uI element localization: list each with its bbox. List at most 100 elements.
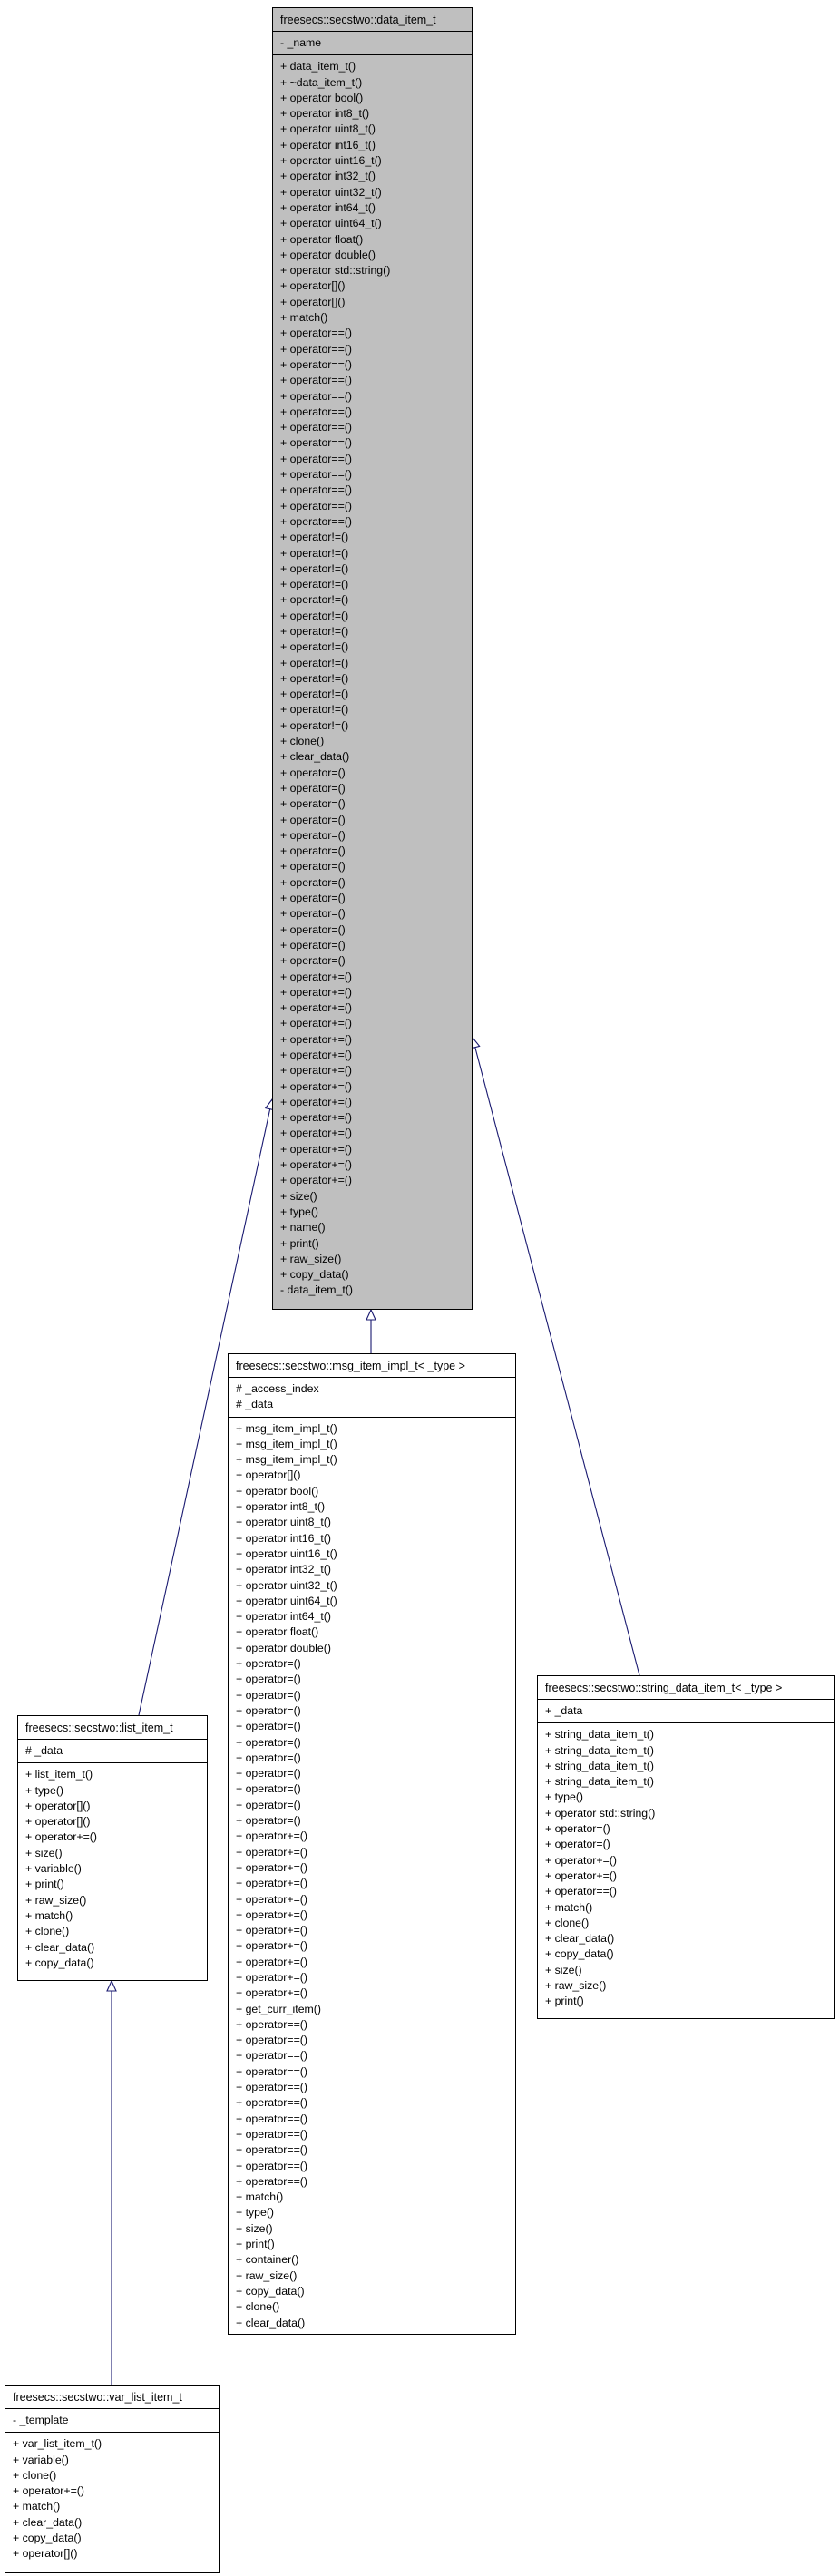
operation-item: + operator==() [280, 405, 352, 418]
operation-item: + operator==() [280, 327, 352, 340]
operation-item: + copy_data() [25, 1956, 94, 1969]
operation-item: + variable() [25, 1862, 82, 1876]
operation-item: + copy_data() [545, 1947, 614, 1961]
class-title: freesecs::secstwo::msg_item_impl_t< _typ… [229, 1354, 515, 1378]
class-list-item-t[interactable]: freesecs::secstwo::list_item_t # _data +… [17, 1715, 208, 1981]
operation-item: + print() [545, 1995, 584, 2008]
operation-item: + operator==() [280, 452, 352, 465]
inheritance-arrowhead-icon [106, 1979, 117, 1992]
operation-item: + list_item_t() [25, 1768, 93, 1781]
operation-item: + name() [280, 1221, 326, 1234]
operation-item: + string_data_item_t() [545, 1728, 654, 1742]
operation-item: + operator int64_t() [280, 200, 376, 214]
operation-item: + operator!=() [280, 624, 349, 638]
operation-item: + operator==() [280, 421, 352, 434]
operation-item: + operator==() [280, 374, 352, 387]
operation-item: + operator uint32_t() [280, 185, 382, 199]
operation-item: + get_curr_item() [236, 2002, 321, 2015]
operation-item: + operator int16_t() [236, 1531, 331, 1545]
operation-item: + operator==() [280, 389, 352, 403]
operation-item: + ~data_item_t() [280, 75, 363, 89]
operation-item: + operator bool() [236, 1484, 319, 1498]
operation-item: + operator!=() [280, 609, 349, 622]
operation-item: + operator=() [236, 1751, 301, 1764]
operation-item: + operator+=() [236, 1845, 307, 1859]
operation-item: + operator uint16_t() [280, 154, 382, 168]
class-var-list-item-t[interactable]: freesecs::secstwo::var_list_item_t - _te… [5, 2385, 220, 2573]
operation-item: + operator uint8_t() [280, 122, 376, 136]
operation-item: + operator+=() [280, 1142, 352, 1156]
operation-item: + copy_data() [280, 1268, 349, 1282]
operation-item: + operator==() [236, 2064, 307, 2078]
operation-item: + operator=() [236, 1798, 301, 1811]
operation-item: + operator[]() [13, 2547, 78, 2561]
operation-item: + type() [545, 1791, 584, 1804]
operation-item: + operator==() [280, 342, 352, 356]
operation-item: + operator+=() [25, 1830, 97, 1844]
operation-item: + operator=() [280, 781, 346, 795]
operation-item: + operator==() [280, 436, 352, 450]
operation-item: + operator=() [280, 922, 346, 936]
operation-item: + operator=() [280, 907, 346, 921]
operation-item: + print() [25, 1878, 64, 1891]
operation-item: + operator[]() [25, 1799, 91, 1812]
operation-item: + operator!=() [280, 578, 349, 591]
attribute-item: - _template [13, 2414, 69, 2426]
operation-item: + match() [236, 2191, 284, 2204]
operation-item: + operator+=() [236, 1892, 307, 1906]
operation-item: + size() [236, 2221, 273, 2235]
class-data-item-t[interactable]: freesecs::secstwo::data_item_t - _name +… [272, 7, 473, 1310]
operation-item: + type() [236, 2206, 275, 2220]
operation-item: + operator==() [545, 1885, 617, 1898]
attribute-item: # _data [236, 1398, 274, 1411]
operation-item: + size() [25, 1846, 63, 1859]
operation-item: + operator!=() [280, 671, 349, 685]
class-string-data-item-t[interactable]: freesecs::secstwo::string_data_item_t< _… [537, 1675, 835, 2019]
operation-item: + operator==() [236, 2174, 307, 2188]
attribute-list: - _name [273, 32, 472, 56]
operation-item: + operator=() [280, 844, 346, 858]
operation-item: + operator int16_t() [280, 138, 376, 151]
operation-item: + data_item_t() [280, 60, 356, 73]
operation-item: + clear_data() [13, 2515, 83, 2529]
operation-item: + operator double() [280, 248, 376, 261]
operation-item: + operator!=() [280, 718, 349, 732]
operation-item: + operator[]() [280, 279, 346, 293]
attribute-item: - _name [280, 36, 322, 49]
attribute-list: # _data [18, 1740, 207, 1764]
operation-item: + operator[]() [236, 1469, 301, 1482]
operation-item: + operator+=() [236, 1924, 307, 1937]
operation-item: + operator!=() [280, 656, 349, 669]
operation-item: + operator=() [280, 938, 346, 951]
class-title: freesecs::secstwo::string_data_item_t< _… [538, 1676, 834, 1700]
operation-item: + operator=() [236, 1703, 301, 1717]
operation-item: + msg_item_impl_t() [236, 1437, 337, 1450]
operation-item: + operator+=() [280, 1127, 352, 1140]
operation-item: + print() [280, 1236, 319, 1250]
operation-item: + operator=() [236, 1814, 301, 1828]
operation-item: + operator==() [280, 514, 352, 528]
attribute-list: - _template [5, 2409, 219, 2434]
operation-item: + string_data_item_t() [545, 1775, 654, 1789]
operation-item: + operator+=() [280, 1079, 352, 1093]
operation-item: + operator+=() [236, 1939, 307, 1953]
operation-item: + clear_data() [280, 750, 350, 764]
operation-item: + operator!=() [280, 546, 349, 560]
operation-item: + operator std::string() [545, 1806, 656, 1820]
class-msg-item-impl-t[interactable]: freesecs::secstwo::msg_item_impl_t< _typ… [228, 1353, 516, 2335]
class-title: freesecs::secstwo::data_item_t [273, 8, 472, 32]
operation-item: + operator=() [280, 813, 346, 826]
operation-item: + operator+=() [280, 1174, 352, 1187]
operation-item: + operator==() [236, 2034, 307, 2047]
operation-item: + print() [236, 2238, 275, 2251]
operation-item: + operator+=() [280, 985, 352, 999]
operation-item: + operator=() [545, 1838, 610, 1851]
operation-item: + clone() [280, 735, 325, 748]
operation-list: + string_data_item_t() + string_data_item… [538, 1723, 834, 2013]
operation-item: + match() [25, 1908, 73, 1922]
operation-item: + operator int32_t() [236, 1563, 331, 1576]
operation-item: + raw_size() [25, 1893, 87, 1907]
operation-item: + operator+=() [280, 970, 352, 983]
operation-item: + clone() [545, 1916, 590, 1929]
operation-item: + operator=() [236, 1767, 301, 1781]
